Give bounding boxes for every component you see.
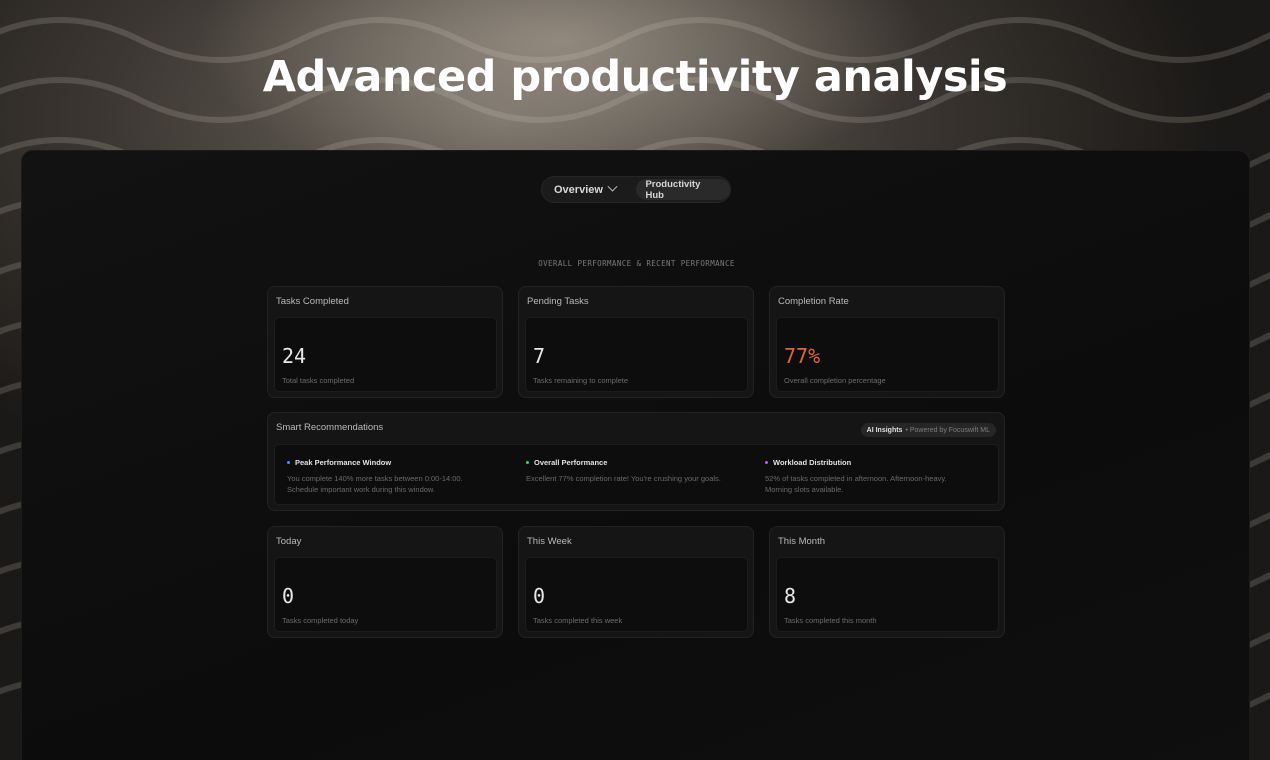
- section-label: OVERALL PERFORMANCE & RECENT PERFORMANCE: [538, 259, 735, 268]
- badge-label: AI Insights: [866, 426, 903, 434]
- period-card-this-month: This Month 8 Tasks completed this month: [769, 526, 1005, 638]
- stat-card-completion-rate: Completion Rate 77% Overall completion p…: [769, 286, 1005, 398]
- badge-sub-label: • Powered by Focuswift ML: [905, 426, 990, 434]
- top-nav: Overview Productivity Hub: [541, 176, 731, 203]
- bullet-dot-icon: [765, 461, 768, 464]
- app-window: Overview Productivity Hub OVERALL PERFOR…: [21, 150, 1250, 760]
- recommendation-title: Overall Performance: [534, 458, 608, 467]
- smart-recommendations-panel: Smart Recommendations AI Insights • Powe…: [267, 412, 1005, 511]
- chevron-down-icon: [607, 181, 618, 192]
- recommendation-title: Peak Performance Window: [295, 458, 392, 467]
- stat-card-tasks-completed: Tasks Completed 24 Total tasks completed: [267, 286, 503, 398]
- recommendation-text: 52% of tasks completed in afternoon. Aft…: [765, 474, 947, 494]
- ai-insights-badge: AI Insights • Powered by Focuswift ML: [860, 423, 996, 437]
- period-value: 0: [533, 584, 546, 608]
- bullet-dot-icon: [287, 461, 290, 464]
- overview-label: Overview: [554, 183, 603, 196]
- recommendations-body: Peak Performance Window You complete 140…: [274, 444, 999, 505]
- card-title: This Week: [527, 536, 572, 547]
- card-title: Completion Rate: [778, 296, 849, 307]
- card-body: 0 Tasks completed this week: [525, 557, 748, 632]
- stat-description: Total tasks completed: [282, 376, 355, 385]
- panel-title: Smart Recommendations: [276, 422, 384, 433]
- recommendation-text: Excellent 77% completion rate! You're cr…: [526, 474, 721, 483]
- period-card-today: Today 0 Tasks completed today: [267, 526, 503, 638]
- recommendation-item: Peak Performance Window You complete 140…: [287, 458, 507, 495]
- recommendation-text: You complete 140% more tasks between 0:0…: [287, 474, 463, 494]
- period-description: Tasks completed this month: [784, 616, 877, 625]
- productivity-hub-tab[interactable]: Productivity Hub: [636, 179, 730, 201]
- stat-description: Overall completion percentage: [784, 376, 886, 385]
- card-title: This Month: [778, 536, 825, 547]
- recommendation-item: Workload Distribution 52% of tasks compl…: [765, 458, 985, 495]
- card-title: Today: [276, 536, 302, 547]
- card-body: 8 Tasks completed this month: [776, 557, 999, 632]
- stat-description: Tasks remaining to complete: [533, 376, 629, 385]
- stat-card-pending-tasks: Pending Tasks 7 Tasks remaining to compl…: [518, 286, 754, 398]
- period-card-this-week: This Week 0 Tasks completed this week: [518, 526, 754, 638]
- stat-value: 24: [282, 344, 307, 368]
- stat-value: 7: [533, 344, 546, 368]
- recommendation-title: Workload Distribution: [773, 458, 852, 467]
- card-title: Pending Tasks: [527, 296, 589, 307]
- period-value: 0: [282, 584, 295, 608]
- card-body: 24 Total tasks completed: [274, 317, 497, 392]
- card-body: 0 Tasks completed today: [274, 557, 497, 632]
- card-title: Tasks Completed: [276, 296, 349, 307]
- bullet-dot-icon: [526, 461, 529, 464]
- period-description: Tasks completed today: [282, 616, 359, 625]
- card-body: 7 Tasks remaining to complete: [525, 317, 748, 392]
- hero-title: Advanced productivity analysis: [262, 52, 1008, 102]
- period-value: 8: [784, 584, 797, 608]
- period-description: Tasks completed this week: [533, 616, 623, 625]
- recommendation-item: Overall Performance Excellent 77% comple…: [526, 458, 746, 484]
- stat-value: 77%: [784, 344, 821, 368]
- overview-dropdown[interactable]: Overview: [542, 181, 636, 196]
- card-body: 77% Overall completion percentage: [776, 317, 999, 392]
